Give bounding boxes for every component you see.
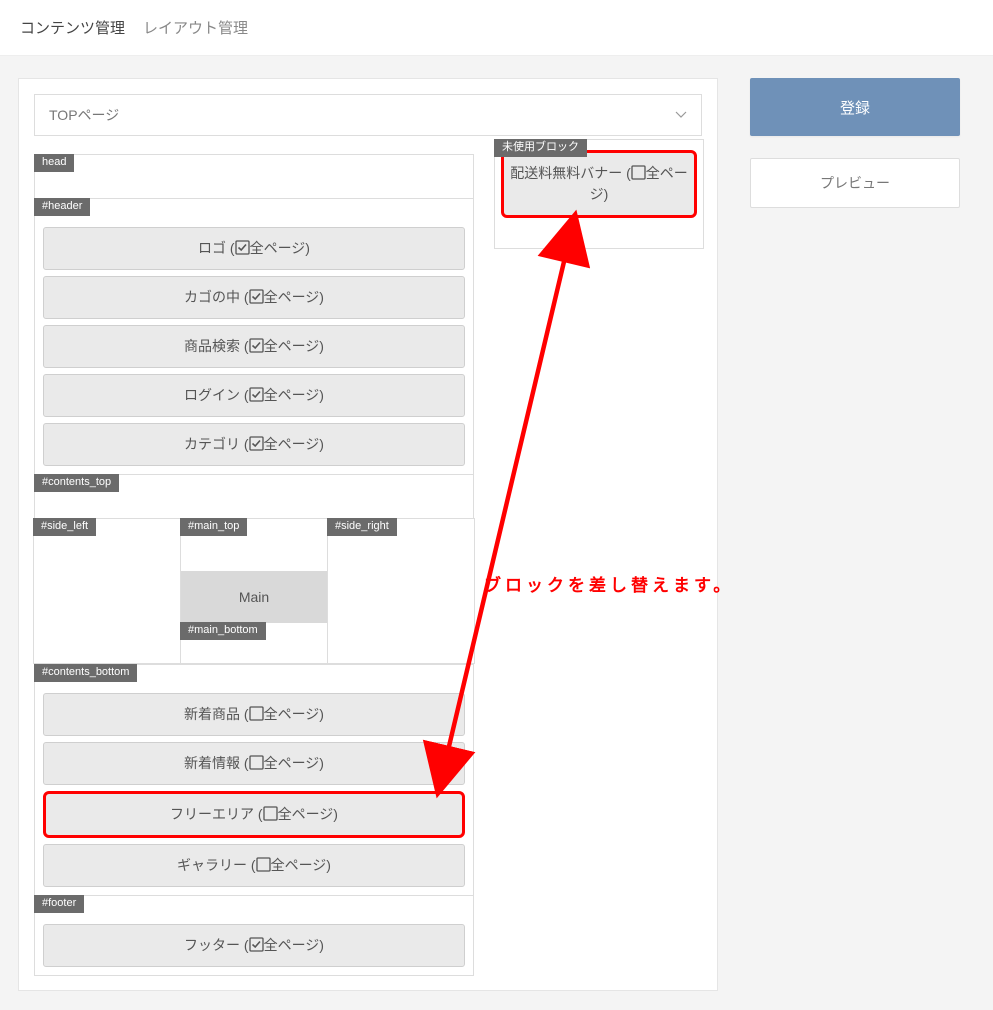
checkbox-icon [256,857,271,873]
block-all-pages: (全ページ) [258,806,338,822]
checkbox-icon [249,706,264,722]
block-name: 新着情報 [184,755,240,771]
block-item[interactable]: 配送料無料バナー (全ページ) [501,150,697,218]
block-all-pages: (全ページ) [244,755,324,771]
checkbox-icon [263,806,278,822]
block-item[interactable]: ロゴ (全ページ) [43,227,465,270]
block-all-pages: (全ページ) [230,240,310,256]
checkbox-icon [249,937,264,953]
block-item[interactable]: 新着商品 (全ページ) [43,693,465,736]
breadcrumb-secondary: レイアウト管理 [143,17,248,38]
checkbox-icon [249,755,264,771]
breadcrumb-primary: コンテンツ管理 [20,17,125,38]
section-tag-head: head [34,154,74,172]
section-side-right[interactable]: #side_right [327,518,475,664]
section-header[interactable]: #header ロゴ (全ページ)カゴの中 (全ページ)商品検索 (全ページ)ロ… [34,198,474,475]
chevron-down-icon [675,109,687,121]
block-all-pages: (全ページ) [251,857,331,873]
section-tag-main-bottom: #main_bottom [180,622,266,640]
section-tag-unused: 未使用ブロック [494,139,587,157]
block-all-pages: (全ページ) [244,338,324,354]
block-item[interactable]: フッター (全ページ) [43,924,465,967]
section-tag-contents-bottom: #contents_bottom [34,664,137,682]
register-button[interactable]: 登録 [750,78,960,136]
block-name: ギャラリー [177,857,247,873]
section-main-top[interactable]: #main_top [181,519,327,571]
page-select[interactable]: TOPページ [34,94,702,136]
section-tag-contents-top: #contents_top [34,474,119,492]
section-tag-header: #header [34,198,90,216]
section-main-bottom[interactable]: #main_bottom [181,623,327,663]
block-name: 配送料無料バナー [510,165,622,181]
breadcrumb: コンテンツ管理 レイアウト管理 [0,0,993,56]
block-name: フッター [184,937,240,953]
preview-button[interactable]: プレビュー [750,158,960,208]
section-footer[interactable]: #footer フッター (全ページ) [34,895,474,976]
section-contents-bottom[interactable]: #contents_bottom 新着商品 (全ページ)新着情報 (全ページ)フ… [34,664,474,896]
section-contents-top[interactable]: #contents_top [34,474,474,519]
actions-panel: 登録 プレビュー [750,78,960,208]
block-name: カテゴリ [184,436,240,452]
section-tag-side-right: #side_right [327,518,397,536]
block-item[interactable]: ログイン (全ページ) [43,374,465,417]
block-all-pages: (全ページ) [244,706,324,722]
section-tag-side-left: #side_left [33,518,96,536]
block-item[interactable]: カゴの中 (全ページ) [43,276,465,319]
unused-blocks-panel[interactable]: 未使用ブロック 配送料無料バナー (全ページ) [494,139,704,249]
block-all-pages: (全ページ) [244,289,324,305]
layout-editor-panel: TOPページ head #header ロゴ (全ページ)カゴの中 (全ページ)… [18,78,718,991]
section-main-row: #side_left #main_top Main #main_bottom #… [34,518,474,664]
block-name: 商品検索 [184,338,240,354]
section-tag-footer: #footer [34,895,84,913]
block-item[interactable]: フリーエリア (全ページ) [43,791,465,838]
block-name: カゴの中 [184,289,240,305]
section-head[interactable]: head [34,154,474,199]
block-name: 新着商品 [184,706,240,722]
checkbox-icon [249,436,264,452]
block-item[interactable]: 商品検索 (全ページ) [43,325,465,368]
main-area-placeholder: Main [181,571,327,623]
checkbox-icon [235,240,250,256]
section-side-left[interactable]: #side_left [33,518,181,664]
block-all-pages: (全ページ) [244,937,324,953]
block-item[interactable]: ギャラリー (全ページ) [43,844,465,887]
block-all-pages: (全ページ) [244,436,324,452]
annotation-text: ブロックを差し替えます。 [484,571,734,596]
block-name: ロゴ [198,240,226,256]
section-tag-main-top: #main_top [180,518,247,536]
checkbox-icon [249,338,264,354]
block-name: ログイン [184,387,240,403]
section-main-center: #main_top Main #main_bottom [180,518,328,664]
checkbox-icon [249,289,264,305]
checkbox-icon [631,165,646,181]
block-all-pages: (全ページ) [244,387,324,403]
page-select-value: TOPページ [49,105,119,125]
block-item[interactable]: 新着情報 (全ページ) [43,742,465,785]
block-name: フリーエリア [170,806,254,822]
block-item[interactable]: カテゴリ (全ページ) [43,423,465,466]
checkbox-icon [249,387,264,403]
